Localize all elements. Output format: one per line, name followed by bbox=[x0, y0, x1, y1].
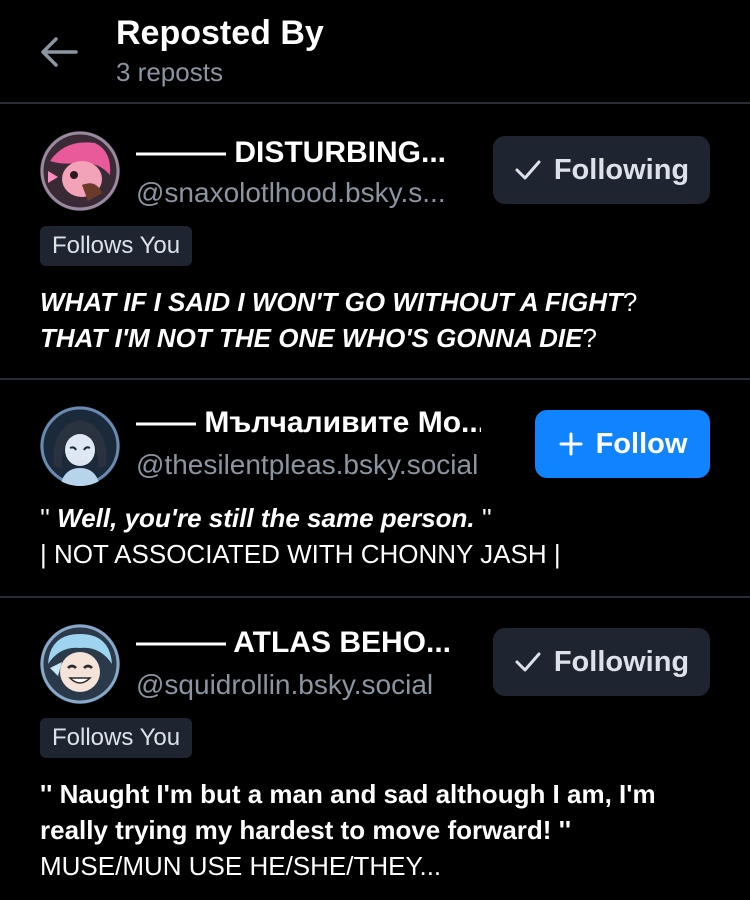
plus-icon bbox=[558, 431, 584, 457]
follows-you-badge: Follows You bbox=[40, 718, 193, 758]
user-bio: '' Naught I'm but a man and sad although… bbox=[40, 776, 720, 884]
bio-line: | NOT ASSOCIATED WITH CHONNY JASH | bbox=[40, 539, 561, 569]
avatar[interactable] bbox=[40, 624, 120, 704]
follows-you-badge: Follows You bbox=[40, 226, 193, 266]
user-row[interactable]: ——— ATLAS BEHO... @squidrollin.bsky.soci… bbox=[0, 598, 750, 898]
bio-line: '' Naught I'm but a man and sad although… bbox=[40, 779, 656, 809]
user-row[interactable]: ——— DISTURBING... @snaxolotlhood.bsky.s.… bbox=[0, 104, 750, 380]
user-handle: @snaxolotlhood.bsky.s... bbox=[136, 177, 446, 208]
page-title: Reposted By bbox=[116, 14, 324, 52]
user-bio: WHAT IF I SAID I WON'T GO WITHOUT A FIGH… bbox=[40, 284, 720, 356]
follow-button[interactable]: Follow bbox=[535, 410, 710, 478]
display-name: ——— DISTURBING... bbox=[136, 136, 447, 169]
following-button[interactable]: Following bbox=[493, 136, 710, 204]
user-handle: @thesilentpleas.bsky.social bbox=[136, 449, 479, 480]
bio-line: WHAT IF I SAID I WON'T GO WITHOUT A FIGH… bbox=[40, 287, 638, 317]
back-button[interactable] bbox=[38, 31, 80, 73]
bio-line: MUSE/MUN USE HE/SHE/THEY... bbox=[40, 851, 442, 881]
header: Reposted By 3 reposts bbox=[0, 0, 750, 104]
avatar[interactable] bbox=[40, 406, 120, 486]
button-label: Following bbox=[553, 153, 690, 186]
display-name: ——— ATLAS BEHO... bbox=[136, 626, 451, 659]
bio-line: THAT I'M NOT THE ONE WHO'S GONNA DIE? bbox=[40, 323, 597, 353]
arrow-left-icon bbox=[41, 37, 78, 67]
button-label: Following bbox=[553, 645, 690, 678]
user-handle: @squidrollin.bsky.social bbox=[136, 669, 434, 700]
display-name: —— Мълчаливите Мо... bbox=[136, 406, 481, 439]
bio-line: really trying my hardest to move forward… bbox=[40, 815, 572, 845]
user-row[interactable]: —— Мълчаливите Мо... @thesilentpleas.bsk… bbox=[0, 380, 750, 598]
bio-line: '' Well, you're still the same person. '… bbox=[40, 503, 492, 533]
following-button[interactable]: Following bbox=[493, 628, 710, 696]
repost-count: 3 reposts bbox=[116, 57, 223, 87]
user-bio: '' Well, you're still the same person. '… bbox=[40, 500, 720, 572]
check-icon bbox=[514, 158, 542, 182]
button-label: Follow bbox=[595, 427, 688, 460]
avatar[interactable] bbox=[40, 131, 120, 211]
check-icon bbox=[514, 650, 542, 674]
